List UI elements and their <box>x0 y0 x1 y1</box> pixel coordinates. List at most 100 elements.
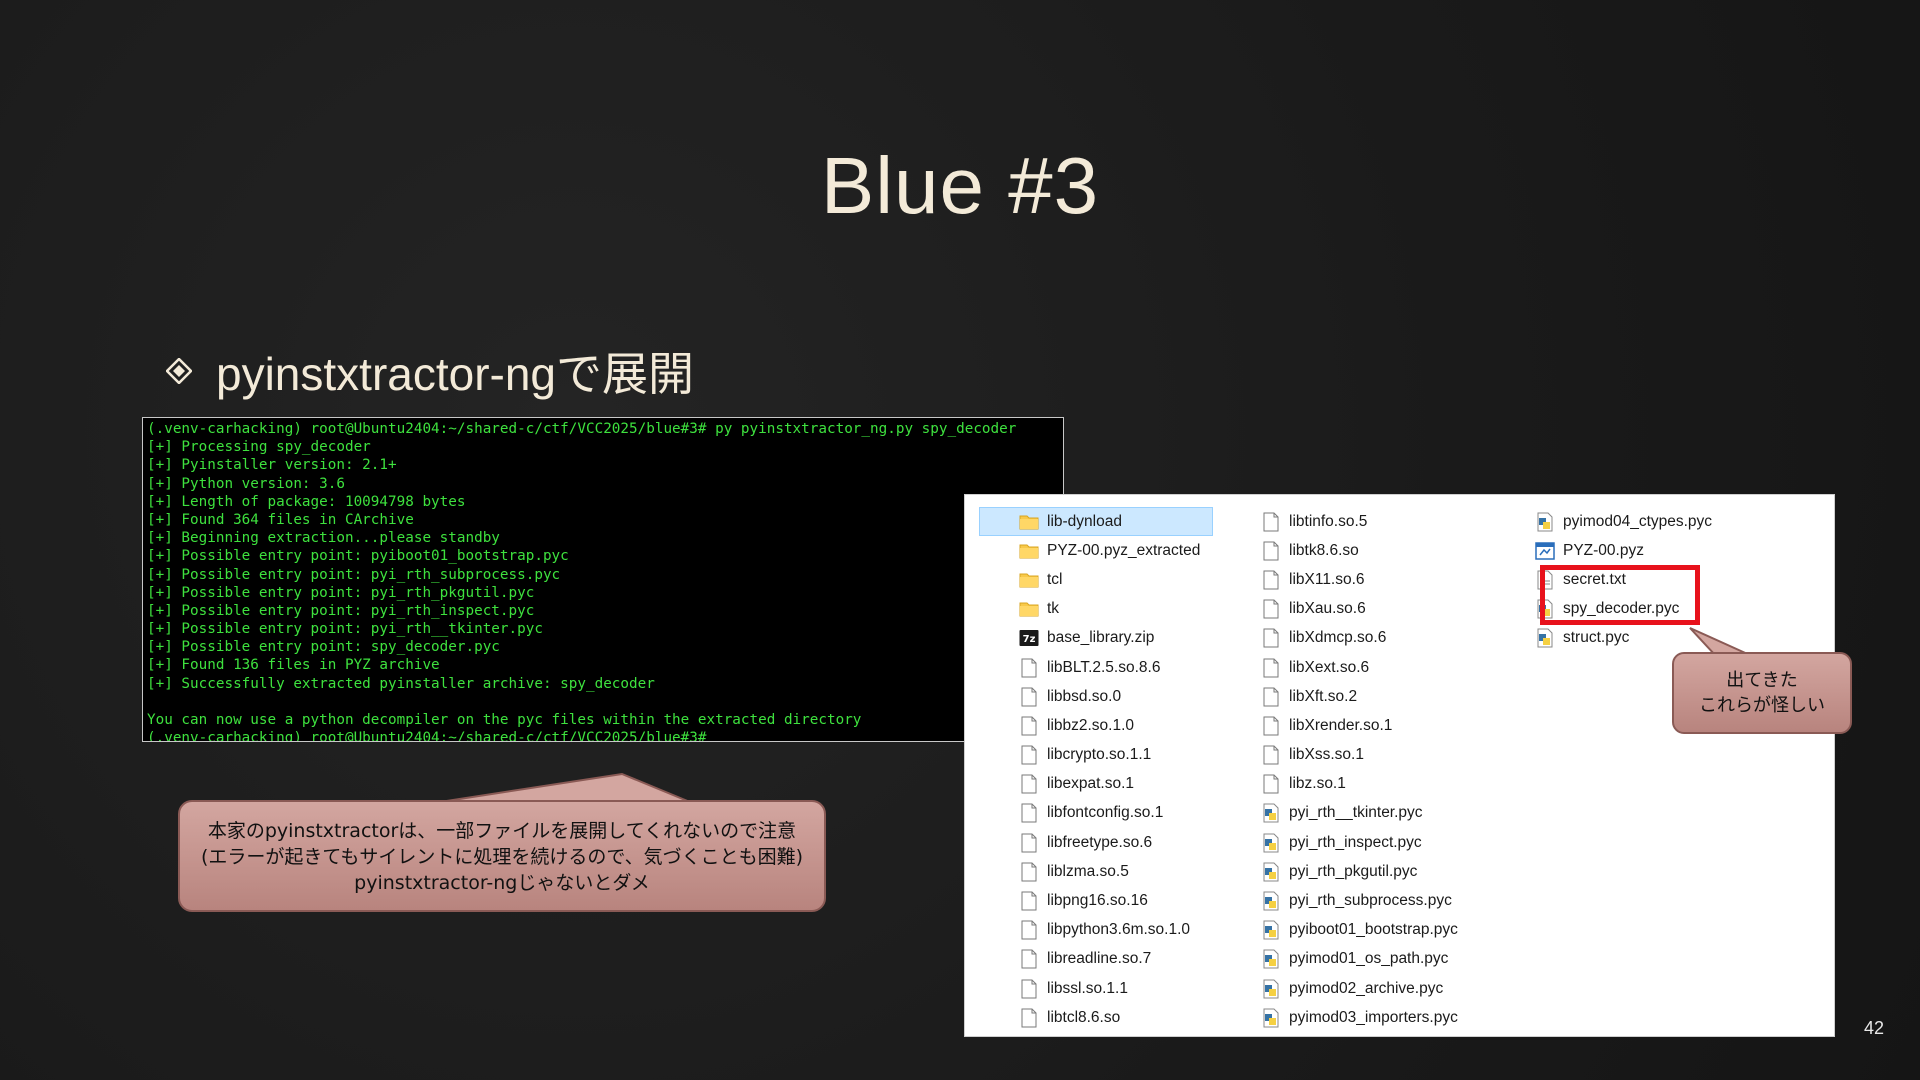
file-item[interactable]: pyimod02_archive.pyc <box>1261 974 1491 1003</box>
file-column-2: libtinfo.so.5 libtk8.6.so libX11.so.6 libXa… <box>1261 507 1491 1032</box>
terminal-line: (.venv-carhacking) root@Ubuntu2404:~/sha… <box>147 421 1017 437</box>
highlight-box <box>1540 565 1700 625</box>
file-item[interactable]: libtk8.6.so <box>1261 536 1491 565</box>
file-name: libXft.so.2 <box>1289 687 1358 705</box>
terminal-line: [+] Possible entry point: pyi_rth_subpro… <box>147 566 561 583</box>
file-name: libreadline.so.7 <box>1047 950 1152 968</box>
file-name: libtinfo.so.5 <box>1289 512 1368 530</box>
callout-warning-note: 本家のpyinstxtractorは、一部ファイルを展開してくれないので注意 (… <box>178 800 826 912</box>
file-item[interactable]: libXrender.so.1 <box>1261 711 1491 740</box>
file-item[interactable]: tk <box>979 595 1213 624</box>
file-item[interactable]: libcrypto.so.1.1 <box>979 741 1213 770</box>
file-item[interactable]: libfreetype.so.6 <box>979 828 1213 857</box>
terminal-line: [+] Python version: 3.6 <box>147 475 345 492</box>
bullet-text: pyinstxtractor-ngで展開 <box>216 348 695 400</box>
pyz-file-icon <box>1535 541 1555 561</box>
file-item[interactable]: pyiboot01_bootstrap.pyc <box>1261 916 1491 945</box>
file-icon <box>1261 716 1281 736</box>
file-name: libtk8.6.so <box>1289 541 1359 559</box>
file-item[interactable]: pyi_rth__tkinter.pyc <box>1261 799 1491 828</box>
terminal-line: [+] Beginning extraction...please standb… <box>147 530 500 547</box>
terminal-line: [+] Found 364 files in CArchive <box>147 511 414 528</box>
folder-icon <box>1019 541 1039 561</box>
file-item[interactable]: libpython3.6m.so.1.0 <box>979 916 1213 945</box>
file-item[interactable]: libBLT.2.5.so.8.6 <box>979 653 1213 682</box>
file-item[interactable]: libtcl8.6.so <box>979 1003 1213 1032</box>
file-name: struct.pyc <box>1563 629 1630 647</box>
svg-text:7z: 7z <box>1023 634 1036 645</box>
file-item[interactable]: libreadline.so.7 <box>979 945 1213 974</box>
file-icon <box>1261 745 1281 765</box>
file-name: libexpat.so.1 <box>1047 775 1135 793</box>
file-item[interactable]: 7z base_library.zip <box>979 624 1213 653</box>
file-name: pyi_rth_pkgutil.pyc <box>1289 862 1418 880</box>
file-item[interactable]: pyimod04_ctypes.pyc <box>1535 507 1775 536</box>
file-icon <box>1261 774 1281 794</box>
file-item[interactable]: liblzma.so.5 <box>979 857 1213 886</box>
file-item[interactable]: libssl.so.1.1 <box>979 974 1213 1003</box>
file-name: pyi_rth_inspect.pyc <box>1289 833 1422 851</box>
file-name: libXext.so.6 <box>1289 658 1370 676</box>
callout-right-line-1: 出てきた <box>1726 670 1798 691</box>
file-item[interactable]: libXss.so.1 <box>1261 741 1491 770</box>
file-icon <box>1019 833 1039 853</box>
file-icon <box>1019 658 1039 678</box>
page-number: 42 <box>1863 1018 1884 1038</box>
file-name: lib-dynload <box>1047 512 1122 530</box>
file-item[interactable]: pyi_rth_pkgutil.pyc <box>1261 857 1491 886</box>
python-file-icon <box>1261 949 1281 969</box>
file-name: PYZ-00.pyz <box>1563 541 1644 559</box>
terminal-line: [+] Possible entry point: pyi_rth_inspec… <box>147 602 535 619</box>
file-item[interactable]: libXau.so.6 <box>1261 595 1491 624</box>
file-icon <box>1019 862 1039 882</box>
file-name: libfontconfig.so.1 <box>1047 804 1164 822</box>
file-item[interactable]: pyimod01_os_path.pyc <box>1261 945 1491 974</box>
file-item[interactable]: libXdmcp.so.6 <box>1261 624 1491 653</box>
file-icon <box>1261 512 1281 532</box>
file-name: libXss.so.1 <box>1289 746 1364 764</box>
python-file-icon <box>1261 979 1281 999</box>
file-icon <box>1019 774 1039 794</box>
file-icon <box>1019 1008 1039 1028</box>
file-name: libfreetype.so.6 <box>1047 833 1153 851</box>
file-item[interactable]: libexpat.so.1 <box>979 770 1213 799</box>
file-name: libBLT.2.5.so.8.6 <box>1047 658 1161 676</box>
terminal-line: You can now use a python decompiler on t… <box>147 712 862 728</box>
callout-left-line-1: 本家のpyinstxtractorは、一部ファイルを展開してくれないので注意 <box>207 820 797 842</box>
python-file-icon <box>1535 512 1555 532</box>
file-name: pyimod01_os_path.pyc <box>1289 950 1449 968</box>
file-item[interactable]: libtinfo.so.5 <box>1261 507 1491 536</box>
file-item[interactable]: libfontconfig.so.1 <box>979 799 1213 828</box>
file-icon <box>1019 920 1039 940</box>
file-item[interactable]: pyimod03_importers.pyc <box>1261 1003 1491 1032</box>
file-icon <box>1261 687 1281 707</box>
file-item[interactable]: tcl <box>979 565 1213 594</box>
file-item[interactable]: libXext.so.6 <box>1261 653 1491 682</box>
file-item[interactable]: libbsd.so.0 <box>979 682 1213 711</box>
folder-icon <box>1019 599 1039 619</box>
slide-title: Blue #3 <box>820 141 1100 230</box>
file-item[interactable]: lib-dynload <box>979 507 1213 537</box>
terminal-line: [+] Possible entry point: spy_decoder.py… <box>147 639 500 656</box>
file-item[interactable]: libbz2.so.1.0 <box>979 711 1213 740</box>
file-column-1: lib-dynload PYZ-00.pyz_extractedtcl tk 7z ba… <box>979 507 1213 1032</box>
file-item[interactable]: pyi_rth_subprocess.pyc <box>1261 886 1491 915</box>
file-name: pyimod03_importers.pyc <box>1289 1008 1458 1026</box>
file-name: tcl <box>1047 570 1063 588</box>
file-item[interactable]: libX11.so.6 <box>1261 565 1491 594</box>
file-item[interactable]: libpng16.so.16 <box>979 886 1213 915</box>
callout-left-line-3: pyinstxtractor-ngじゃないとダメ <box>354 872 650 894</box>
file-icon <box>1261 628 1281 648</box>
file-item[interactable]: libXft.so.2 <box>1261 682 1491 711</box>
file-icon <box>1019 687 1039 707</box>
python-file-icon <box>1535 628 1555 648</box>
callout-left-line-2: (エラーが起きてもサイレントに処理を続けるので、気づくことも困難) <box>200 846 804 868</box>
file-name: tk <box>1047 600 1060 618</box>
file-item[interactable]: PYZ-00.pyz <box>1535 536 1775 565</box>
file-item[interactable]: pyi_rth_inspect.pyc <box>1261 828 1491 857</box>
file-name: libXdmcp.so.6 <box>1289 629 1387 647</box>
file-item[interactable]: PYZ-00.pyz_extracted <box>979 536 1213 565</box>
file-icon <box>1019 979 1039 999</box>
file-item[interactable]: libz.so.1 <box>1261 770 1491 799</box>
terminal-line: [+] Length of package: 10094798 bytes <box>147 493 466 510</box>
